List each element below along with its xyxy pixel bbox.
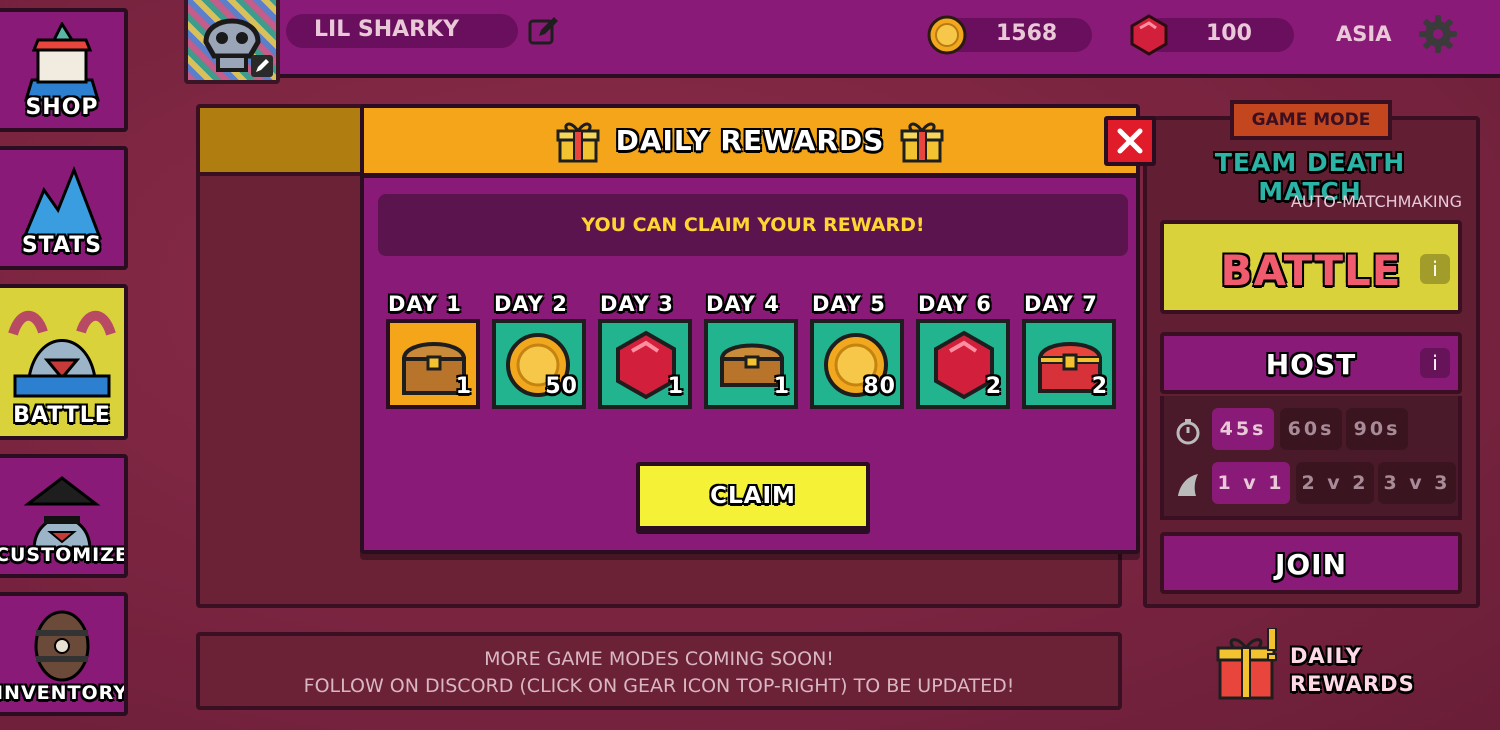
battle-button[interactable]: BATTLE i (1160, 220, 1462, 314)
battle-shark-icon (8, 310, 116, 398)
coin-icon (927, 15, 967, 55)
reward-day-7: DAY 7 2 (1022, 292, 1116, 409)
host-button-label: HOST (1265, 348, 1357, 381)
avatar[interactable] (184, 0, 280, 84)
modal-title: DAILY REWARDS (615, 124, 885, 157)
team-size-option-2v2[interactable]: 2 v 2 (1296, 462, 1374, 504)
timer-icon (1176, 419, 1200, 445)
daily-rewards-modal: DAILY REWARDS YOU CAN CLAIM YOUR REWARD!… (360, 104, 1140, 554)
gift-icon (900, 122, 944, 162)
coin-count: 1568 (996, 21, 1058, 46)
edit-avatar-icon[interactable] (250, 54, 274, 78)
sidebar-item-inventory[interactable]: INVENTORY (0, 592, 128, 716)
battle-info-icon[interactable]: i (1420, 254, 1450, 284)
reward-day-4: DAY 4 1 (704, 292, 798, 409)
join-button-label: JOIN (1274, 548, 1348, 581)
duration-option-90s[interactable]: 90s (1346, 408, 1408, 450)
gear-icon[interactable] (1418, 14, 1458, 54)
sidebar-item-label: BATTLE (13, 403, 111, 428)
sidebar-item-battle[interactable]: BATTLE (0, 284, 128, 440)
host-info-icon[interactable]: i (1420, 348, 1450, 378)
stats-shark-icon (21, 165, 103, 240)
daily-rewards-shortcut[interactable]: DAILY REWARDS (1216, 628, 1416, 700)
mode-tab-strip (200, 108, 370, 176)
info-line-1: MORE GAME MODES COMING SOON! (484, 648, 834, 670)
region-label[interactable]: ASIA (1336, 22, 1391, 46)
duration-option-45s[interactable]: 45s (1212, 408, 1274, 450)
reward-tile: 2 (916, 319, 1010, 409)
pirate-shark-icon (23, 476, 101, 550)
daily-rewards-shortcut-label: DAILY REWARDS (1290, 644, 1415, 696)
gift-icon (556, 122, 600, 162)
claim-notice: YOU CAN CLAIM YOUR REWARD! (378, 194, 1128, 256)
username: LIL SHARKY (314, 17, 460, 42)
info-bar: MORE GAME MODES COMING SOON! FOLLOW ON D… (196, 632, 1122, 710)
sidebar-item-stats[interactable]: STATS (0, 146, 128, 270)
close-button[interactable] (1104, 116, 1156, 166)
battle-button-label: BATTLE (1220, 246, 1402, 295)
modal-header: DAILY REWARDS (364, 108, 1136, 178)
host-options: 45s 60s 90s 1 v 1 2 v 2 3 v 3 (1160, 396, 1462, 520)
reward-tile: 80 (810, 319, 904, 409)
matchmaking-label: AUTO-MATCHMAKING (1290, 192, 1462, 211)
game-mode-badge: GAME MODE (1230, 100, 1392, 140)
sidebar-item-label: STATS (21, 233, 103, 258)
sidebar-item-customize[interactable]: CUSTOMIZE (0, 454, 128, 578)
edit-name-icon[interactable] (527, 14, 561, 48)
claim-button-label: CLAIM (710, 483, 796, 509)
gem-icon (1130, 14, 1168, 56)
sidebar-item-label: SHOP (25, 95, 99, 120)
claim-button[interactable]: CLAIM (636, 462, 870, 534)
gem-count: 100 (1206, 21, 1252, 46)
reward-tile: 1 (598, 319, 692, 409)
reward-day-1: DAY 1 1 (386, 292, 480, 409)
reward-day-5: DAY 5 80 (810, 292, 904, 409)
team-size-option-1v1[interactable]: 1 v 1 (1212, 462, 1290, 504)
fin-icon (1178, 474, 1198, 496)
host-button[interactable]: HOST i (1160, 332, 1462, 394)
duration-option-60s[interactable]: 60s (1280, 408, 1342, 450)
sidebar-item-label: INVENTORY (0, 682, 128, 704)
sidebar-item-label: CUSTOMIZE (0, 544, 128, 566)
barrel-icon (34, 610, 90, 682)
username-field: LIL SHARKY (286, 14, 518, 48)
close-icon (1117, 128, 1143, 154)
gift-alert-icon (1216, 628, 1277, 700)
join-button[interactable]: JOIN (1160, 532, 1462, 594)
reward-day-2: DAY 2 50 (492, 292, 586, 409)
reward-tile: 50 (492, 319, 586, 409)
info-line-2: FOLLOW ON DISCORD (CLICK ON GEAR ICON TO… (303, 675, 1015, 697)
reward-tile: 1 (704, 319, 798, 409)
reward-tile: 2 (1022, 319, 1116, 409)
sidebar-item-shop[interactable]: SHOP (0, 8, 128, 132)
reward-day-3: DAY 3 1 (598, 292, 692, 409)
reward-tile: 1 (386, 319, 480, 409)
reward-day-6: DAY 6 2 (916, 292, 1010, 409)
team-size-option-3v3[interactable]: 3 v 3 (1378, 462, 1456, 504)
